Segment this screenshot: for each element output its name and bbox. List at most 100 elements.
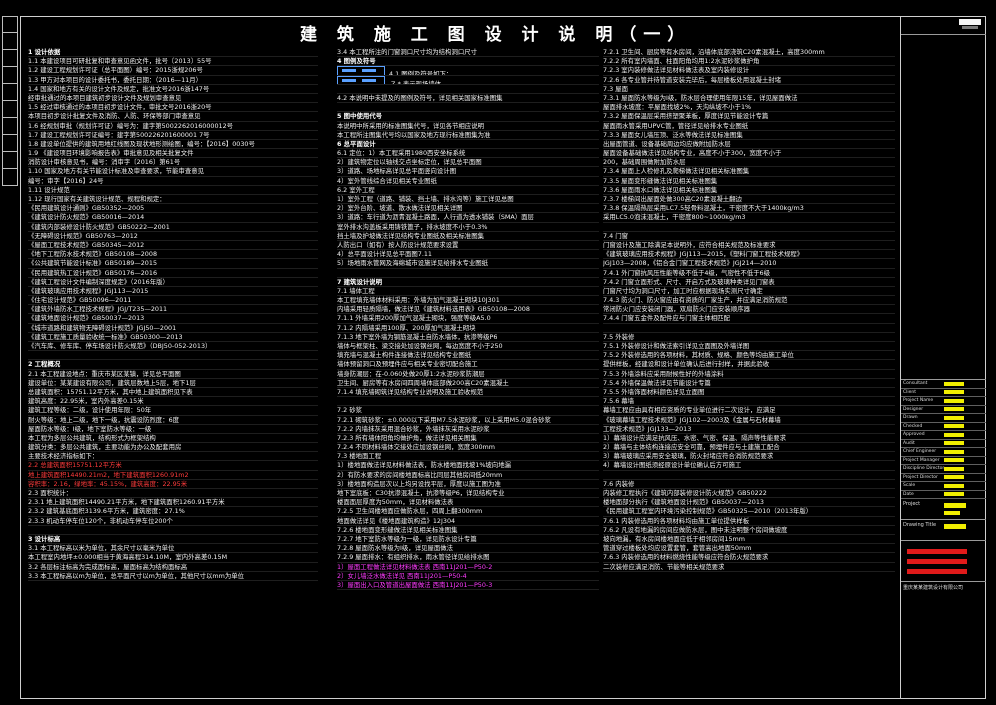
note-line: 1.7 建设工程规划许可证编号：建字第500226201600001 7号 <box>28 131 318 140</box>
note-line <box>28 351 318 361</box>
note-line: 楼地面部分执行《建筑地面设计规范》GB50037—2013 <box>603 498 895 508</box>
note-line: 7.2 砂浆 <box>337 406 599 416</box>
note-line: 7.2.2 所有室内墙面、柱面阳角均用1:2水泥砂浆做护角 <box>603 57 895 67</box>
title-block-row: Chief Engineer <box>901 448 986 457</box>
note-line: 《民用建筑设计通则》GB50352—2005 <box>28 204 318 214</box>
note-line: 1.5 经过审核通过的本项目初步设计文件，审批文号2016浙20号 <box>28 103 318 113</box>
note-line: 容积率：2.16，绿地率：45.15%，建筑高度：22.95米 <box>28 480 318 489</box>
note-line: 7.4 门窗 <box>603 232 895 241</box>
note-line: 2.3.3 机动车停车位120个，非机动车停车位200个 <box>28 517 318 526</box>
note-line: 2）女儿墙泛水做法详见 西南11J201—P50-4 <box>337 572 599 581</box>
note-line: 2.3.1 地上建筑面积14490.21平方米，地下建筑面积1260.91平方米 <box>28 498 318 508</box>
note-line: 7.5.6 幕墙 <box>603 397 895 407</box>
note-line: 3）道路：车行道为沥青混凝土路面，人行道为透水铺装（SMA）面层 <box>337 213 599 223</box>
note-line: 7.2.8 屋面防水等级为Ⅰ级，详见屋面做法 <box>337 544 599 554</box>
note-line: 7.5.4 外墙保温做法详见节能设计专篇 <box>603 379 895 388</box>
note-line: 《建筑工程设计文件编制深度规定》（2016年版） <box>28 278 318 287</box>
note-line: 7.2.3 所有墙体阳角均做护角，做法详见相关图集 <box>337 434 599 444</box>
note-line: 内装修工程执行《建筑内部装修设计防火规范》GB50222 <box>603 489 895 499</box>
note-line: 《住宅设计规范》GB50096—2011 <box>28 296 318 306</box>
note-line: 本工程所注图集代号均以国家及地方现行标准图集为准 <box>337 131 599 140</box>
note-line: 1.1 本建设项目可研批复和审查意见函文件，批号〔2013〕55号 <box>28 57 318 67</box>
note-line: 3.1 本工程标高以米为单位，其余尺寸以毫米为单位 <box>28 544 318 554</box>
note-line: 1）屋面工程做法详见材料做法表 西南11J201—P50-2 <box>337 563 599 572</box>
note-line: 7.2.5 卫生间楼地面应做防水层，四周上翻300mm <box>337 507 599 517</box>
title-block: Consultant Client Project Name Designer Draw… <box>900 16 986 699</box>
note-line: 5）场地雨水管网及海绵城市设施详见给排水专业图纸 <box>337 259 599 269</box>
note-line: 本说明中所采用的标准图集代号，详见各节相应说明 <box>337 122 599 131</box>
note-line: 采用LC5.0泡沫混凝土，干密度800~1000kg/m3 <box>603 213 895 223</box>
binding-strip <box>2 16 18 191</box>
notes-column-1: 1 设计依据 1.1 本建设项目可研批复和审查意见函文件，批号〔2013〕55号 1… <box>28 48 318 581</box>
note-line: 《建筑内部装修设计防火规范》GB50222—2001 <box>28 223 318 232</box>
note-line: 7.2.9 屋面排水：有组织排水，雨水管径详见给排水图 <box>337 553 599 563</box>
legend-symbol-icon <box>337 75 385 84</box>
note-line: 7.1.1 外墙采用200厚加气混凝土砌块，强度等级A5.0 <box>337 314 599 324</box>
note-line: 7.5.2 外装修选用的各项材料，其材质、规格、颜色等均由施工单位 <box>603 351 895 361</box>
note-line: 7.2.4 不同材料墙体交接处应加设钢丝网，宽度300mm <box>337 443 599 453</box>
note-line: 2.3.2 建筑基底面积3139.6平方米，建筑密度：27.1% <box>28 507 318 517</box>
note-line: 6.2 室外工程 <box>337 186 599 195</box>
note-line: Z-* 表示现场墙体 <box>337 75 599 85</box>
note-line: 墙体预留洞口及预埋件应与相关专业密切配合施工 <box>337 360 599 370</box>
note-line: JGJ103—2008，《铝合金门窗工程技术规范》JGJ214—2010 <box>603 259 895 269</box>
note-line: 《公共建筑节能设计标准》GB50189—2015 <box>28 259 318 269</box>
note-line: 7.6 内装修 <box>603 480 895 489</box>
note-line: 建筑高度：22.95米，室内外高差0.15米 <box>28 397 318 407</box>
note-line <box>603 223 895 232</box>
note-line: 地下室底板：C30抗渗混凝土，抗渗等级P6，详见结构专业 <box>337 489 599 499</box>
note-line: 地面做法详见《楼地面建筑构造》12J304 <box>337 517 599 526</box>
note-line: 7.3 楼地面工程 <box>337 452 599 462</box>
note-line: 3.3 本工程标高以m为单位，总平面尺寸以m为单位，其他尺寸以mm为单位 <box>28 572 318 581</box>
note-line: 7.5 外装修 <box>603 333 895 342</box>
title-block-row: Date <box>901 491 986 499</box>
note-line: 《建筑工程施工质量验收统一标准》GB50300—2013 <box>28 333 318 342</box>
note-line: 《无障碍设计规范》GB50763—2012 <box>28 232 318 241</box>
note-line <box>603 324 895 333</box>
title-block-row: Drawn <box>901 414 986 423</box>
notes-column-2: 3.4 本工程所注的门窗洞口尺寸均为结构洞口尺寸 4 图例及符号 4.1 图例及符号… <box>337 48 599 591</box>
title-block-row: Designer <box>901 406 986 414</box>
note-line: 《建筑外墙防水工程技术规程》JGJ/T235—2011 <box>28 305 318 315</box>
note-line: 本工程填充墙体材料采用：外墙为加气混凝土砌块10J301 <box>337 296 599 306</box>
note-line: 1.10 国家及地方有关节能设计标准及审查要求，节能审查意见 <box>28 167 318 177</box>
note-line: 7.3.2 屋面保温层采用挤塑聚苯板，厚度详见节能设计专篇 <box>603 112 895 122</box>
note-line: 7.1 墙体工程 <box>337 287 599 297</box>
note-line: 《民用建筑热工设计规范》GB50176—2016 <box>28 269 318 278</box>
note-line: 屋面排水坡度：平屋面找坡2%，天沟纵坡不小于1% <box>603 103 895 113</box>
note-line: 门窗设计及施工除满足本说明外，应符合相关规范及标准要求 <box>603 241 895 251</box>
note-line: 《汽车库、修车库、停车场设计防火规范》（DBJ50-052-2013） <box>28 342 318 352</box>
note-line: 1 设计依据 <box>28 48 318 58</box>
note-line: 7.1.3 地下室外墙为钢筋混凝土自防水墙体，抗渗等级P6 <box>337 333 599 342</box>
note-line: 室外排水沟盖板采用铸铁篦子，排水坡度不小于0.3% <box>337 223 599 232</box>
note-line: 1）楼地面做法详见材料做法表，防水楼地面找坡1%坡向地漏 <box>337 461 599 471</box>
company-footer: 重庆某某建筑设计有限公司 <box>903 585 964 591</box>
note-line: 3.2 各层标注标高为完成面标高，屋面标高为结构面标高 <box>28 563 318 572</box>
note-line: 3）楼地面构造层次以上均另设找平层，厚度以施工图为准 <box>337 480 599 489</box>
note-line: 7.3.4 屋面上人检修孔及爬梯做法详见相关标准图集 <box>603 167 895 177</box>
note-line: 7.2.6 楼地面变形缝做法详见相关标准图集 <box>337 526 599 535</box>
title-block-row: Discipline Director <box>901 465 986 474</box>
note-line: 5 图中使用代号 <box>337 112 599 122</box>
note-line: 2）有防水要求的房间楼地面标高比同层其他房间低20mm <box>337 471 599 480</box>
note-line: 3.4 本工程所注的门窗洞口尺寸均为结构洞口尺寸 <box>337 48 599 58</box>
note-line: 7.3.5 屋面变形缝做法详见相关标准图集 <box>603 177 895 186</box>
note-line: 4.1 图例及符号如下： <box>337 66 599 76</box>
project-name-field: Project <box>901 499 986 520</box>
note-line: 7.2.1 卫生间、厨房等有水房间，沿墙体底部浇筑C20素混凝土，高度300mm <box>603 48 895 58</box>
note-line: 7.4.1 外门窗抗风压性能等级不低于4级，气密性不低于6级 <box>603 269 895 278</box>
note-line: 1.12 现行国家有关建筑设计规范、规程和规定： <box>28 195 318 205</box>
note-line: 200，基础周围做附加防水层 <box>603 158 895 168</box>
note-line: 2.3 面积统计： <box>28 489 318 499</box>
note-line <box>337 103 599 113</box>
note-line: 7.5.1 外装修设计和做法索引详见立面图及外墙详图 <box>603 342 895 352</box>
note-line: 《地下工程防水技术规范》GB50108—2008 <box>28 250 318 260</box>
note-line: 4.2 本说明中未提及的图例及符号，详见相关国家标准图集 <box>337 94 599 104</box>
note-line: 2.2 总建筑面积15751.12平方米 <box>28 461 318 471</box>
title-block-row: Client <box>901 389 986 397</box>
note-line: 4）室外管线综合详见相关专业图纸 <box>337 177 599 186</box>
note-line: 常闭防火门应安装闭门器，双扇防火门应安装顺序器 <box>603 305 895 315</box>
note-line: 7.6.2 凡设有地漏的房间应做防水层，图中未注明整个房间做坡度 <box>603 526 895 535</box>
note-line: 屋面设备基础做法详见结构专业，高度不小于300，宽度不小于 <box>603 149 895 159</box>
note-line: 7.2.7 地下室防水等级为一级，详见防水设计专篇 <box>337 535 599 545</box>
